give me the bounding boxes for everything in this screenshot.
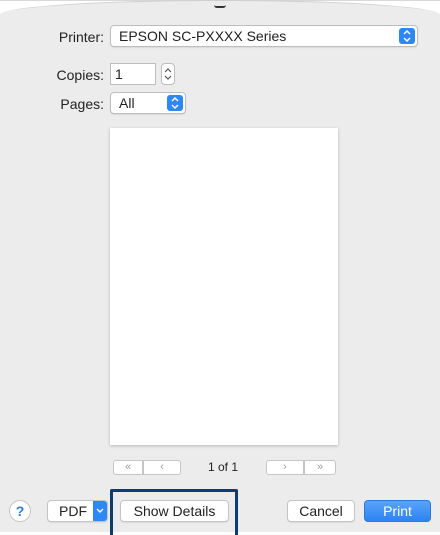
last-page-button[interactable]: » xyxy=(304,460,336,475)
pdf-label: PDF xyxy=(59,503,87,519)
cancel-button[interactable]: Cancel xyxy=(287,500,355,522)
printer-selected-value: EPSON SC-PXXXX Series xyxy=(119,28,287,44)
sheet-top-edge xyxy=(0,0,440,15)
copies-stepper[interactable] xyxy=(161,63,175,85)
print-dialog: Printer: EPSON SC-PXXXX Series Copies: 1… xyxy=(0,0,440,535)
printer-label: Printer: xyxy=(58,29,104,45)
pages-selected-value: All xyxy=(119,95,135,111)
page-indicator: 1 of 1 xyxy=(208,460,239,474)
first-page-button[interactable]: « xyxy=(113,460,143,475)
copies-field[interactable]: 1 xyxy=(110,63,156,85)
copies-label: Copies: xyxy=(56,67,104,83)
sheet-top-mark xyxy=(214,5,226,8)
page-preview xyxy=(110,128,338,445)
next-page-button[interactable]: › xyxy=(266,460,304,475)
pages-label: Pages: xyxy=(60,96,104,112)
up-down-arrows-icon xyxy=(399,28,415,44)
pages-popup[interactable]: All xyxy=(110,92,186,114)
chevron-down-icon[interactable] xyxy=(93,501,107,521)
up-down-arrows-icon xyxy=(167,95,183,111)
previous-page-button[interactable]: ‹ xyxy=(143,460,181,475)
stepper-arrows-icon xyxy=(164,68,172,80)
help-button[interactable]: ? xyxy=(9,500,31,522)
print-button[interactable]: Print xyxy=(364,500,431,522)
show-details-highlight xyxy=(110,489,238,535)
printer-popup[interactable]: EPSON SC-PXXXX Series xyxy=(110,25,418,47)
